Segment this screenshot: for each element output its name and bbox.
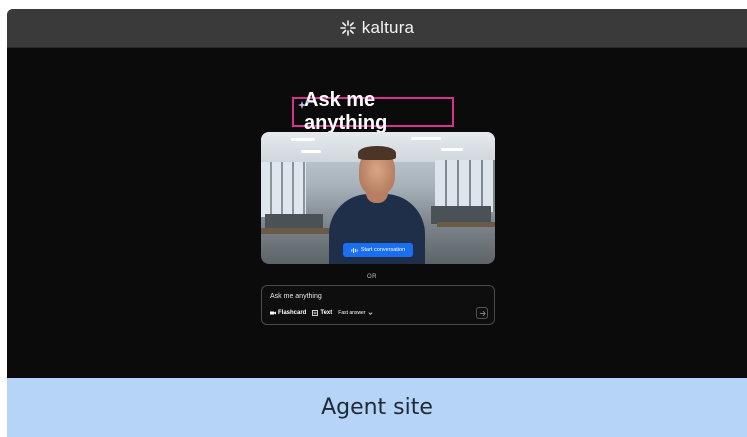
desk: [437, 222, 495, 227]
app-window: kaltura Ask me anything Start conversati…: [7, 9, 747, 437]
send-button[interactable]: [476, 307, 488, 319]
caption-banner: Agent site: [7, 378, 747, 437]
ask-input[interactable]: Ask me anything: [270, 293, 322, 300]
flashcard-button[interactable]: Flashcard: [270, 310, 306, 316]
video-camera-icon: [270, 311, 276, 315]
text-label: Text: [320, 310, 333, 316]
avatar-video[interactable]: Start conversation: [261, 132, 495, 264]
brand-name: kaltura: [361, 18, 415, 37]
ceiling-light: [441, 148, 463, 151]
sparkle-icon: [298, 100, 310, 109]
start-conversation-button[interactable]: Start conversation: [343, 243, 413, 257]
ceiling-light: [411, 137, 441, 140]
kaltura-logo-icon: [339, 20, 356, 36]
desk: [261, 228, 331, 234]
ceiling-light: [301, 150, 321, 153]
caption-text: Agent site: [321, 395, 433, 420]
office-window: [435, 160, 495, 212]
text-button[interactable]: Text: [312, 310, 332, 316]
or-divider: OR: [367, 274, 377, 280]
answer-mode-dropdown[interactable]: Fast answer: [338, 310, 372, 316]
top-bar: kaltura: [7, 9, 747, 48]
start-conversation-label: Start conversation: [360, 247, 406, 253]
flashcard-label: Flashcard: [278, 310, 307, 316]
answer-mode-label: Fast answer: [338, 310, 366, 316]
avatar-hair: [358, 146, 396, 160]
mode-controls: Flashcard Text Fast answer: [270, 310, 373, 316]
arrow-right-icon: [479, 310, 486, 316]
text-document-icon: [312, 310, 319, 316]
page-title: Ask me anything: [304, 89, 388, 134]
headline-box: Ask me anything: [292, 89, 454, 134]
ceiling-light: [291, 138, 315, 141]
chevron-down-icon: [368, 311, 372, 315]
office-window: [261, 162, 306, 217]
ask-panel: Ask me anything Flashcard Text Fast answ…: [261, 285, 495, 325]
waveform-icon: [351, 247, 358, 253]
